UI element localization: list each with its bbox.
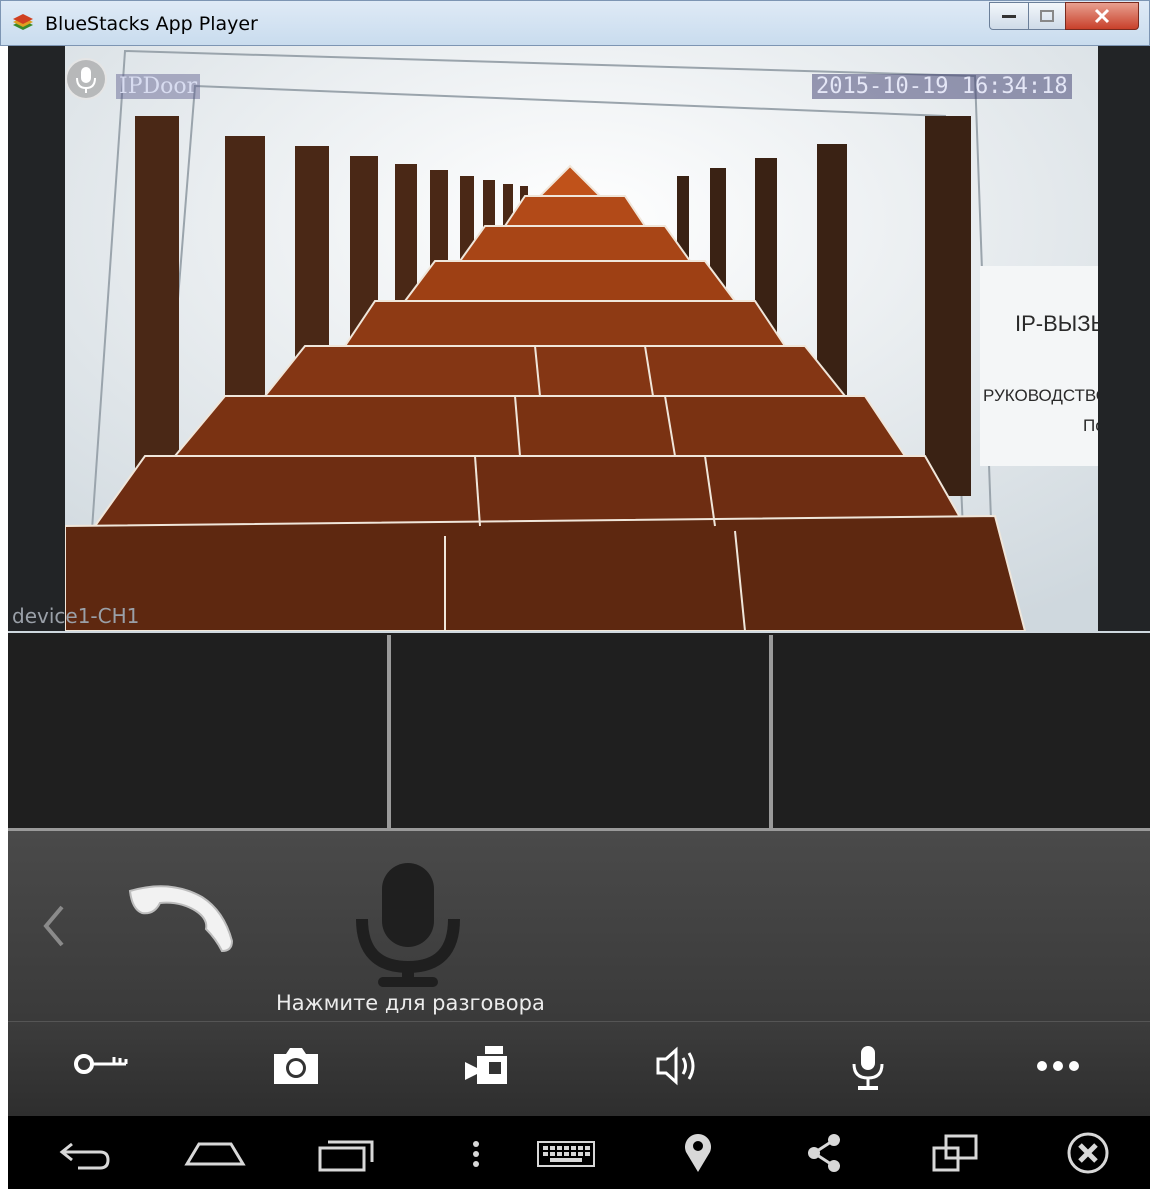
menu-dots-icon[interactable] — [468, 1130, 484, 1176]
action-toolbar — [8, 1021, 1150, 1116]
video-panel-ch1[interactable]: IP-ВЫЗЫВ РУКОВОДСТВО По IPDoor 2015-10-1… — [8, 46, 1150, 633]
svg-text:IP-ВЫЗЫВ: IP-ВЫЗЫВ — [1015, 311, 1098, 336]
chevron-left-icon[interactable] — [38, 903, 68, 954]
back-icon[interactable] — [56, 1130, 116, 1176]
share-icon[interactable] — [804, 1130, 844, 1176]
recent-apps-icon[interactable] — [316, 1130, 380, 1176]
unlock-key-icon[interactable] — [70, 1044, 130, 1094]
video-slot-4[interactable] — [773, 635, 1150, 828]
app-area: IP-ВЫЗЫВ РУКОВОДСТВО По IPDoor 2015-10-1… — [8, 46, 1150, 1189]
keyboard-icon[interactable] — [536, 1130, 596, 1176]
video-slot-2[interactable] — [8, 635, 387, 828]
close-button[interactable] — [1065, 2, 1139, 30]
more-options-icon[interactable] — [1028, 1044, 1088, 1094]
brand-overlay: IPDoor — [116, 74, 201, 99]
svg-text:РУКОВОДСТВО: РУКОВОДСТВО — [983, 386, 1098, 405]
push-to-talk-label: Нажмите для разговора — [276, 991, 545, 1015]
maximize-button[interactable] — [1028, 2, 1066, 30]
minimize-button[interactable] — [989, 2, 1029, 30]
multi-window-icon[interactable] — [930, 1130, 980, 1176]
window-titlebar: BlueStacks App Player — [0, 0, 1150, 46]
device-channel-label: device1-CH1 — [12, 604, 140, 628]
record-video-icon[interactable] — [457, 1044, 517, 1094]
bluestacks-logo-icon — [11, 11, 35, 35]
snapshot-camera-icon[interactable] — [266, 1044, 326, 1094]
speaker-icon[interactable] — [648, 1044, 708, 1094]
call-panel: Нажмите для разговора — [8, 831, 1150, 1021]
video-timestamp: 2015-10-19 16:34:18 — [812, 74, 1072, 99]
hang-up-phone-icon[interactable] — [120, 879, 240, 964]
push-to-talk-microphone-icon[interactable] — [348, 859, 468, 994]
close-app-icon[interactable] — [1063, 1130, 1113, 1176]
video-feed: IP-ВЫЗЫВ РУКОВОДСТВО По — [65, 46, 1098, 631]
svg-text:По: По — [1083, 416, 1098, 435]
android-nav-bar — [8, 1116, 1150, 1189]
location-pin-icon[interactable] — [680, 1130, 716, 1176]
window-title: BlueStacks App Player — [45, 13, 258, 35]
microphone-icon[interactable] — [838, 1044, 898, 1094]
video-slot-3[interactable] — [391, 635, 769, 828]
mic-overlay-icon — [65, 58, 107, 100]
home-icon[interactable] — [183, 1130, 247, 1176]
